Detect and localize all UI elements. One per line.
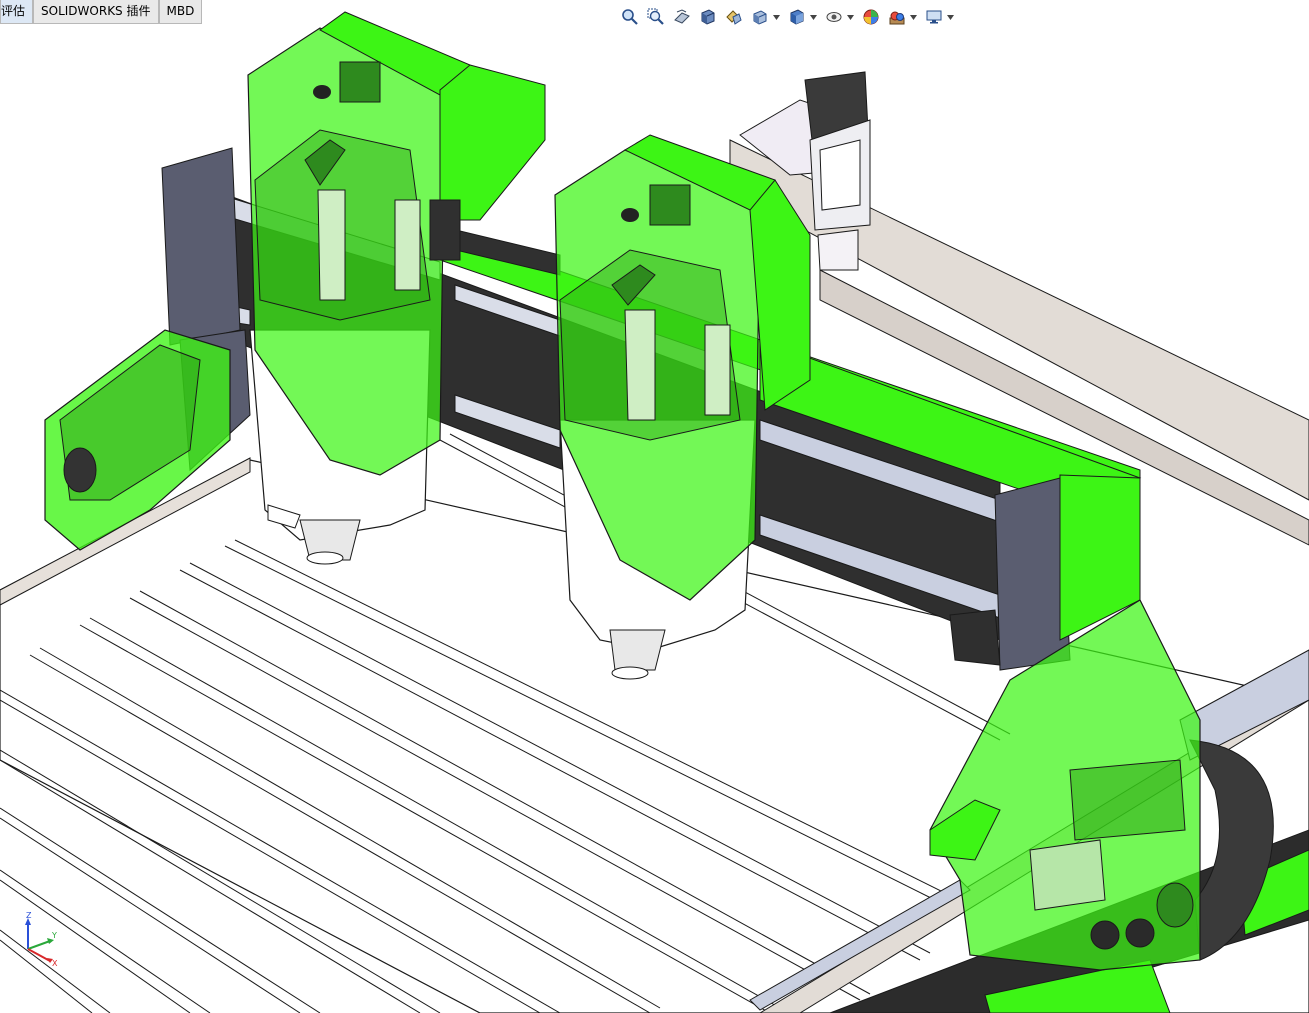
- apply-scene-dropdown[interactable]: [909, 6, 918, 28]
- apply-scene-icon[interactable]: [886, 6, 908, 28]
- triad-z-label: Z: [26, 911, 32, 920]
- reference-triad[interactable]: Z Y X: [16, 911, 68, 971]
- edit-appearance-icon[interactable]: [860, 6, 882, 28]
- hide-show-items-dropdown[interactable]: [846, 6, 855, 28]
- zoom-to-fit-icon[interactable]: [619, 6, 641, 28]
- hide-show-items-icon[interactable]: [823, 6, 845, 28]
- zoom-to-area-icon[interactable]: [645, 6, 667, 28]
- tab-evaluate[interactable]: 评估: [0, 0, 34, 24]
- previous-view-icon[interactable]: [671, 6, 693, 28]
- tab-mbd[interactable]: MBD: [158, 0, 203, 24]
- display-style-dropdown[interactable]: [809, 6, 818, 28]
- section-view-icon[interactable]: [697, 6, 719, 28]
- graphics-area[interactable]: [0, 0, 1309, 1013]
- tab-solidworks-addins[interactable]: SOLIDWORKS 插件: [33, 0, 159, 24]
- display-style-icon[interactable]: [786, 6, 808, 28]
- heads-up-view-toolbar: [619, 5, 960, 29]
- triad-axes-icon: [25, 918, 54, 963]
- command-manager-tabs: 评估 SOLIDWORKS 插件 MBD: [0, 0, 203, 24]
- triad-y-label: Y: [52, 931, 57, 940]
- cnc-router-model[interactable]: [0, 0, 1309, 1013]
- dynamic-annotation-views-icon[interactable]: [723, 6, 745, 28]
- view-orientation-dropdown[interactable]: [772, 6, 781, 28]
- view-settings-dropdown[interactable]: [946, 6, 955, 28]
- spindle-carriage-left: [247, 11, 546, 565]
- triad-x-label: X: [52, 959, 58, 968]
- view-orientation-icon[interactable]: [749, 6, 771, 28]
- view-settings-icon[interactable]: [923, 6, 945, 28]
